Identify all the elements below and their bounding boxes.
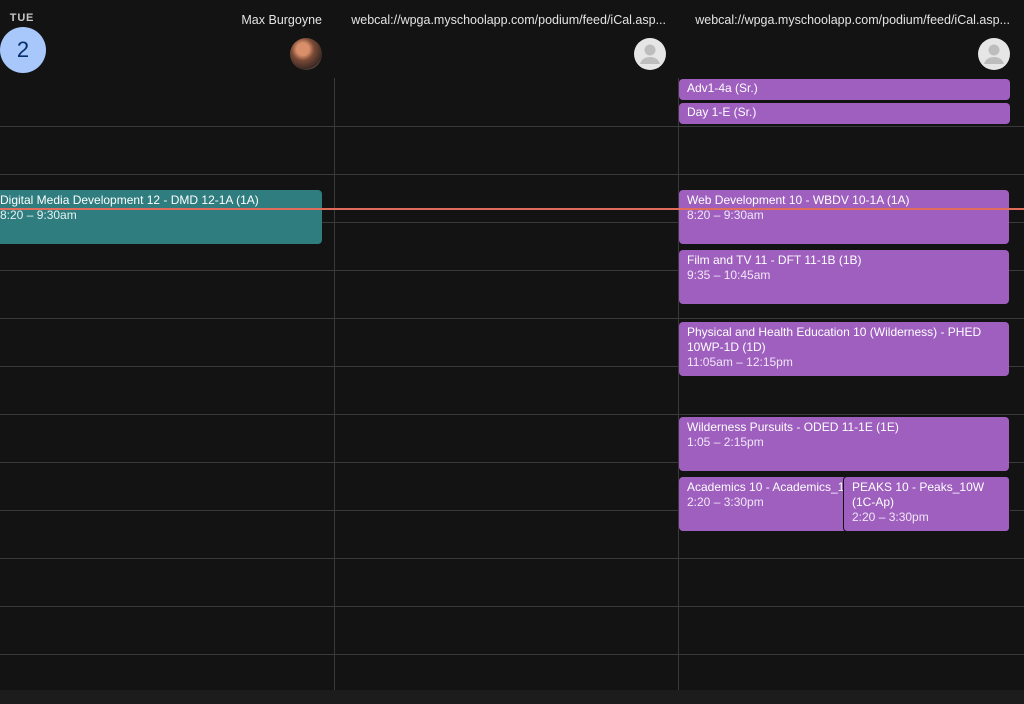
event-time: 11:05am – 12:15pm xyxy=(687,355,793,369)
today-date-button[interactable]: 2 xyxy=(0,27,46,73)
event-title: Adv1-4a (Sr.) xyxy=(687,81,758,95)
calendar-column-name-2: webcal://wpga.myschoolapp.com/podium/fee… xyxy=(351,13,666,27)
event-title: Film and TV 11 - DFT 11-1B (1B) xyxy=(687,253,862,267)
time-grid[interactable] xyxy=(0,78,1024,690)
event-title: Digital Media Development 12 - DMD 12-1A… xyxy=(0,193,259,207)
event-time: 2:20 – 3:30pm xyxy=(852,510,929,524)
event-time: 8:20 – 9:30am xyxy=(687,208,764,222)
all-day-event[interactable]: Adv1-4a (Sr.) xyxy=(679,79,1010,100)
hour-line xyxy=(0,126,1024,127)
calendar-event[interactable]: PEAKS 10 - Peaks_10W (1C-Ap) 2:20 – 3:30… xyxy=(843,476,1010,532)
bottom-scroll-area xyxy=(0,690,1024,704)
calendar-column-name-3: webcal://wpga.myschoolapp.com/podium/fee… xyxy=(695,13,1010,27)
calendar-column-name-1: Max Burgoyne xyxy=(241,13,322,27)
hour-line xyxy=(0,558,1024,559)
day-of-week-label: TUE xyxy=(9,12,35,24)
hour-line xyxy=(0,414,1024,415)
hour-line xyxy=(0,318,1024,319)
hour-line xyxy=(0,606,1024,607)
calendar-event[interactable]: Digital Media Development 12 - DMD 12-1A… xyxy=(0,190,322,244)
calendar-event[interactable]: Wilderness Pursuits - ODED 11-1E (1E) 1:… xyxy=(679,417,1009,471)
user-avatar-max[interactable] xyxy=(290,38,322,70)
all-day-event[interactable]: Day 1-E (Sr.) xyxy=(679,103,1010,124)
column-divider xyxy=(678,78,679,690)
event-time: 9:35 – 10:45am xyxy=(687,268,771,282)
event-title: Wilderness Pursuits - ODED 11-1E (1E) xyxy=(687,420,899,434)
hour-line xyxy=(0,654,1024,655)
event-time: 1:05 – 2:15pm xyxy=(687,435,764,449)
generic-avatar-icon[interactable] xyxy=(978,38,1010,70)
event-title: Physical and Health Education 10 (Wilder… xyxy=(687,325,982,354)
event-title: Day 1-E (Sr.) xyxy=(687,105,757,119)
calendar-day-view: TUE 2 Max Burgoyne webcal://wpga.myschoo… xyxy=(0,0,1024,704)
current-time-indicator xyxy=(0,208,1024,210)
event-title: PEAKS 10 - Peaks_10W (1C-Ap) xyxy=(852,480,985,509)
calendar-event[interactable]: Film and TV 11 - DFT 11-1B (1B) 9:35 – 1… xyxy=(679,250,1009,304)
hour-line xyxy=(0,174,1024,175)
event-time: 8:20 – 9:30am xyxy=(0,208,77,222)
generic-avatar-icon[interactable] xyxy=(634,38,666,70)
event-title: Web Development 10 - WBDV 10-1A (1A) xyxy=(687,193,910,207)
calendar-event[interactable]: Web Development 10 - WBDV 10-1A (1A) 8:2… xyxy=(679,190,1009,244)
calendar-event[interactable]: Physical and Health Education 10 (Wilder… xyxy=(679,322,1009,376)
column-divider xyxy=(334,78,335,690)
